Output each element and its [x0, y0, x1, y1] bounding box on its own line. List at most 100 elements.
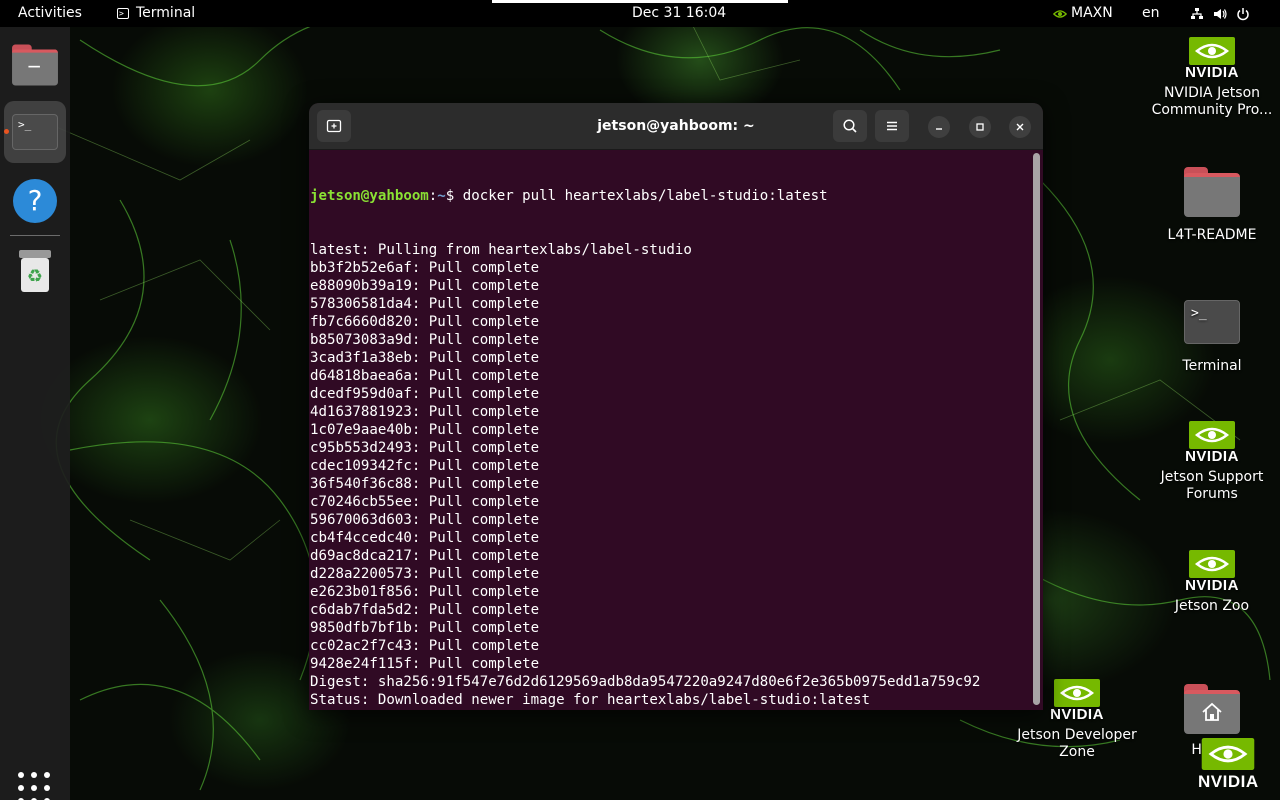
terminal-scrollbar[interactable]: [1033, 153, 1040, 705]
svg-text:♻: ♻: [27, 266, 43, 287]
desktop-icon-jetson-zoo[interactable]: NVIDIA Jetson Zoo: [1147, 550, 1277, 615]
nvidia-eye-icon: [1053, 9, 1067, 18]
running-indicator: [4, 129, 9, 134]
activities-button[interactable]: Activities: [18, 0, 82, 27]
output-line: latest: Pulling from heartexlabs/label-s…: [310, 242, 692, 258]
output-line: d69ac8dca217: Pull complete: [310, 548, 540, 564]
system-tray[interactable]: [1190, 0, 1250, 27]
output-line: docker.io/heartexlabs/label-studio:lates…: [310, 709, 1030, 710]
terminal-window[interactable]: jetson@yahboom: ~ jetson@yahboom:~$ dock…: [309, 103, 1043, 710]
output-line: 9428e24f115f: Pull complete: [310, 656, 540, 672]
nvidia-logo-text: NVIDIA: [1185, 577, 1239, 594]
output-line: d64818baea6a: Pull complete: [310, 368, 540, 384]
output-line: 9850dfb7bf1b: Pull complete: [310, 620, 540, 636]
desktop-icon-l4t-readme[interactable]: L4T-README: [1147, 167, 1277, 244]
power-mode-label: MAXN: [1071, 5, 1113, 21]
desktop-icon-label: Jetson Support Forums: [1160, 469, 1264, 502]
dock-files[interactable]: [4, 34, 66, 96]
wallpaper-nvidia-logo: NVIDIA: [1198, 738, 1259, 790]
svg-text:?: ?: [28, 184, 43, 217]
desktop-icon-label: L4T-README: [1167, 227, 1257, 243]
terminal-icon: >_: [1184, 300, 1240, 344]
trash-icon: ♻: [19, 250, 51, 292]
prompt-path: ~: [437, 188, 446, 204]
menu-button[interactable]: [875, 110, 909, 142]
hamburger-menu-icon: [887, 121, 897, 131]
terminal-output[interactable]: jetson@yahboom:~$ docker pull heartexlab…: [310, 151, 1030, 709]
output-line: fb7c6660d820: Pull complete: [310, 314, 540, 330]
nvidia-logo-text: NVIDIA: [1198, 772, 1259, 791]
new-tab-button[interactable]: [317, 110, 351, 142]
volume-icon: [1214, 8, 1227, 19]
output-line: c6dab7fda5d2: Pull complete: [310, 602, 540, 618]
desktop-icon-label: NVIDIA Jetson Community Pro...: [1151, 85, 1273, 118]
maximize-icon: [976, 123, 984, 131]
terminal-icon: >_: [12, 114, 58, 150]
dock: >_ ? ♻: [0, 27, 70, 800]
output-line: c70246cb55ee: Pull complete: [310, 494, 540, 510]
output-line: 59670063d603: Pull complete: [310, 512, 540, 528]
output-line: cb4f4ccedc40: Pull complete: [310, 530, 540, 546]
desktop-icon-label: Jetson Developer Zone: [1017, 727, 1137, 760]
output-line: 4d1637881923: Pull complete: [310, 404, 540, 420]
output-line: 1c07e9aae40b: Pull complete: [310, 422, 540, 438]
output-line: 36f540f36c88: Pull complete: [310, 476, 540, 492]
output-line: Digest: sha256:91f547e76d2d6129569adb8da…: [310, 674, 981, 690]
new-tab-icon: [326, 119, 342, 133]
maximize-button[interactable]: [969, 116, 991, 138]
window-titlebar[interactable]: jetson@yahboom: ~: [309, 103, 1043, 150]
nvidia-logo-text: NVIDIA: [1050, 706, 1104, 723]
close-icon: [1016, 123, 1024, 131]
app-menu[interactable]: > Terminal: [117, 0, 195, 27]
search-icon: [843, 119, 857, 133]
dock-help[interactable]: ?: [4, 170, 66, 232]
desktop-icon-label: Jetson Zoo: [1174, 598, 1250, 614]
command-line: jetson@yahboom:~$ docker pull heartexlab…: [310, 187, 1030, 205]
folder-icon: [12, 44, 58, 86]
command-text: docker pull heartexlabs/label-studio:lat…: [462, 188, 828, 204]
minimize-icon: [936, 128, 942, 130]
desktop-icon-label: Terminal: [1182, 358, 1242, 374]
output-line: d228a2200573: Pull complete: [310, 566, 540, 582]
clock[interactable]: Dec 31 16:04: [632, 0, 726, 27]
folder-icon: [1184, 167, 1240, 217]
show-apps-button[interactable]: [18, 772, 52, 800]
output-lines: latest: Pulling from heartexlabs/label-s…: [310, 241, 1030, 710]
output-line: bb3f2b52e6af: Pull complete: [310, 260, 540, 276]
close-button[interactable]: [1009, 116, 1031, 138]
output-line: dcedf959d0af: Pull complete: [310, 386, 540, 402]
dock-separator: [10, 235, 60, 236]
nvidia-logo-text: NVIDIA: [1185, 448, 1239, 465]
power-icon: [1237, 7, 1249, 20]
nvidia-logo-icon: NVIDIA: [1147, 550, 1277, 594]
nvidia-logo-icon: NVIDIA: [1147, 421, 1277, 465]
dock-trash[interactable]: ♻: [4, 240, 66, 302]
output-line: b85073083a9d: Pull complete: [310, 332, 540, 348]
input-language[interactable]: en: [1142, 0, 1160, 27]
output-line: e88090b39a19: Pull complete: [310, 278, 540, 294]
nvidia-logo-text: NVIDIA: [1185, 64, 1239, 81]
top-bar: Activities > Terminal Dec 31 16:04 MAXN …: [0, 0, 1280, 27]
output-line: 3cad3f1a38eb: Pull complete: [310, 350, 540, 366]
power-mode-indicator[interactable]: MAXN: [1053, 0, 1113, 27]
dock-terminal[interactable]: >_: [4, 101, 66, 163]
prompt-user: jetson@yahboom: [310, 188, 429, 204]
desktop-icon-jetson-forums[interactable]: NVIDIA Jetson Support Forums: [1147, 421, 1277, 503]
output-line: cc02ac2f7c43: Pull complete: [310, 638, 540, 654]
help-icon: ?: [13, 179, 57, 223]
desktop-icon-terminal[interactable]: >_ Terminal: [1147, 300, 1277, 375]
output-line: c95b553d2493: Pull complete: [310, 440, 540, 456]
minimize-button[interactable]: [928, 116, 950, 138]
nvidia-logo-icon: NVIDIA: [1147, 37, 1277, 81]
output-line: 578306581da4: Pull complete: [310, 296, 540, 312]
desktop-icon-jetson-community[interactable]: NVIDIA NVIDIA Jetson Community Pro...: [1147, 37, 1277, 119]
output-line: Status: Downloaded newer image for heart…: [310, 692, 871, 708]
prompt-dollar: $: [445, 188, 463, 204]
home-folder-icon: [1184, 684, 1240, 734]
app-menu-label: Terminal: [136, 5, 196, 21]
nvidia-logo-icon: [1202, 738, 1255, 770]
output-line: cdec109342fc: Pull complete: [310, 458, 540, 474]
output-line: e2623b01f856: Pull complete: [310, 584, 540, 600]
network-icon: [1191, 7, 1203, 19]
search-button[interactable]: [833, 110, 867, 142]
